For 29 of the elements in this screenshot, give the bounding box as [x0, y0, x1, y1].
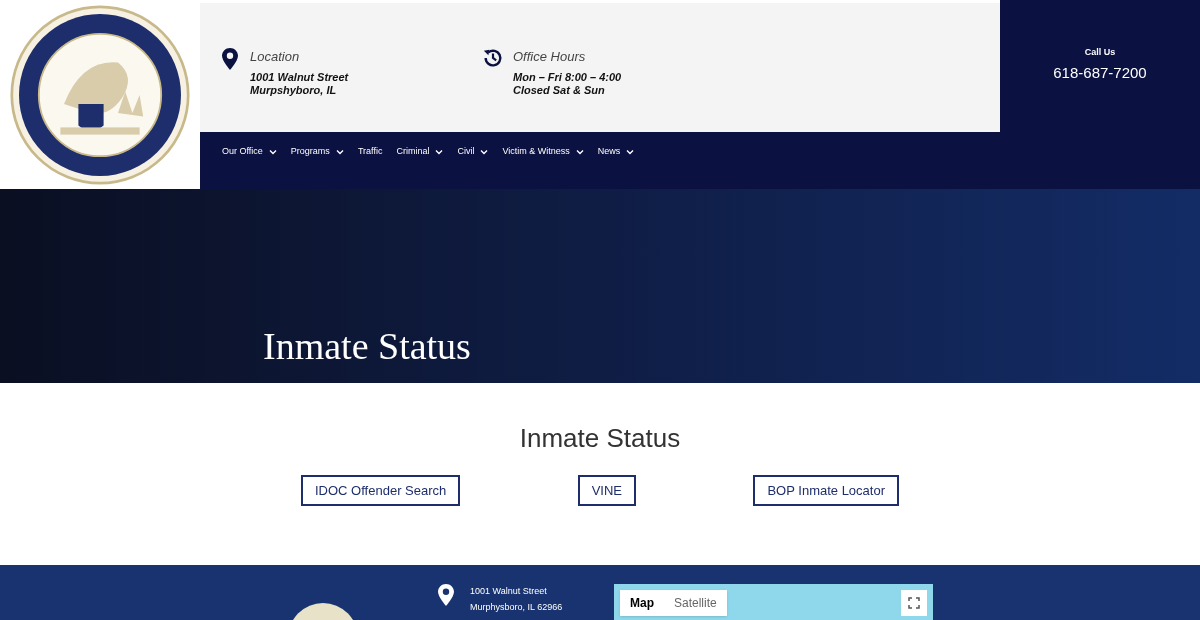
- call-us-label: Call Us: [1084, 46, 1116, 59]
- phone-link[interactable]: 618-687-7200: [1053, 61, 1147, 84]
- fullscreen-icon: [908, 597, 920, 609]
- office-hours-label: Office Hours: [513, 48, 587, 66]
- nav-link[interactable]: Civil: [457, 145, 489, 159]
- location-label: Location: [250, 48, 301, 66]
- address-line: 1001 Walnut Street: [250, 70, 349, 84]
- link-button[interactable]: VINE: [577, 475, 637, 506]
- nav-link[interactable]: News: [597, 145, 635, 159]
- nav-link[interactable]: Criminal: [396, 145, 444, 159]
- hours-line: Mon – Fri 8:00 – 4:00: [513, 70, 622, 84]
- hero-title: Inmate Status: [263, 327, 471, 365]
- link-button[interactable]: BOP Inmate Locator: [753, 475, 899, 506]
- map-pin-icon: [222, 48, 238, 70]
- fullscreen-button[interactable]: [901, 590, 927, 616]
- link-button[interactable]: IDOC Offender Search: [301, 475, 461, 506]
- nav-link[interactable]: Victim & Witness: [502, 145, 584, 159]
- map-pin-icon: [438, 584, 454, 606]
- footer-address-line: Murphysboro, IL 62966: [470, 601, 563, 614]
- map-type-tab[interactable]: Satellite: [664, 590, 727, 616]
- history-clock-icon: [482, 47, 504, 69]
- nav-link[interactable]: Programs: [290, 145, 344, 159]
- address-line: Murpshyboro, IL: [250, 83, 338, 97]
- nav-link[interactable]: Our Office: [222, 145, 277, 159]
- section-heading: Inmate Status: [519, 422, 681, 455]
- footer-address-line: 1001 Walnut Street: [470, 585, 548, 598]
- map-type-tab[interactable]: Map: [620, 590, 664, 616]
- nav-link[interactable]: Traffic: [357, 145, 383, 159]
- hours-line: Closed Sat & Sun: [513, 83, 606, 97]
